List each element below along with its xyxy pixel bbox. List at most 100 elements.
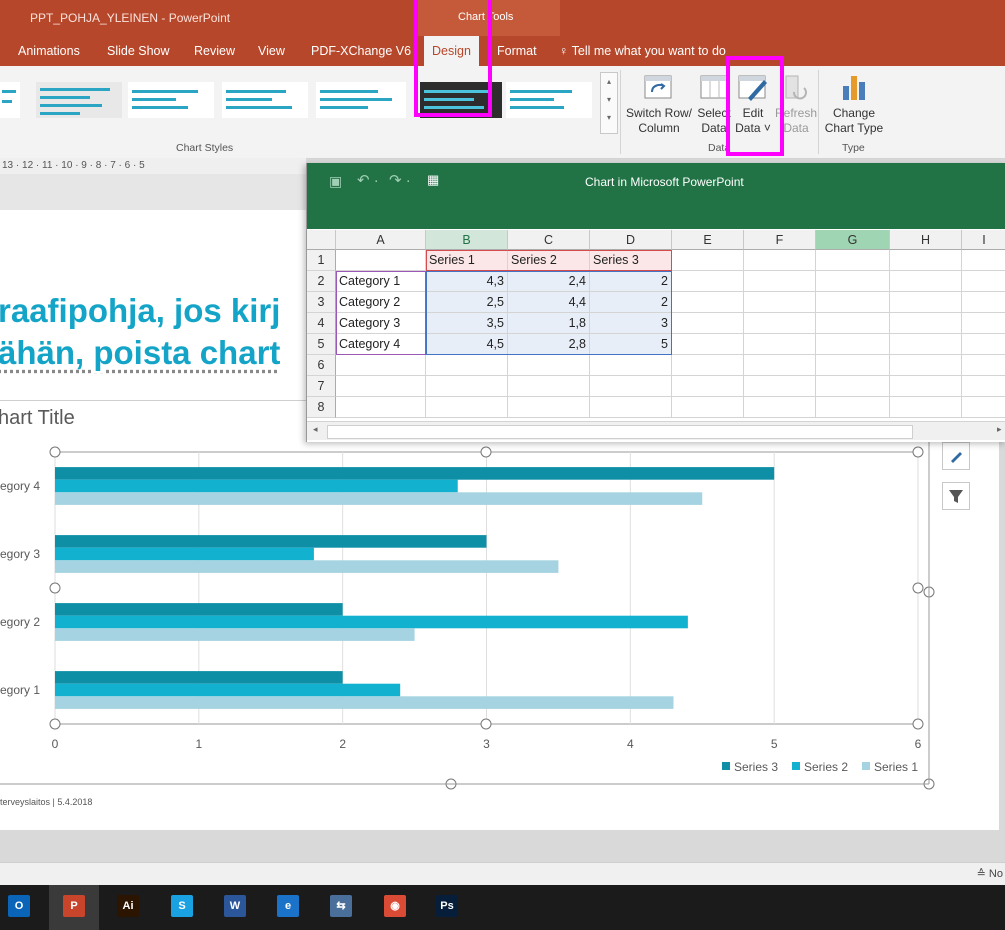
cell-b3[interactable]: 2,5 <box>426 292 508 313</box>
resize-handle[interactable] <box>912 582 924 594</box>
cell-f6[interactable] <box>744 355 816 376</box>
illustrator-taskbar-icon[interactable]: Ai <box>117 895 139 917</box>
cell-a6[interactable] <box>336 355 426 376</box>
cell-c6[interactable] <box>508 355 590 376</box>
slide-heading-line1[interactable]: raafipohja, jos kirj <box>0 292 280 330</box>
scroll-left-icon[interactable]: ◂ <box>313 424 318 435</box>
cell-f5[interactable] <box>744 334 816 355</box>
excel-chart-data-window[interactable]: ▣ ↶ · ↷ · ▦ Chart in Microsoft PowerPoin… <box>306 163 1005 442</box>
slide-heading-line2[interactable]: ähän, poista chart <box>0 334 280 372</box>
save-icon[interactable]: ▣ <box>329 173 342 190</box>
column-header-c[interactable]: C <box>508 230 590 250</box>
cell-i8[interactable] <box>962 397 1005 418</box>
edit-in-excel-icon[interactable]: ▦ <box>427 172 439 188</box>
word-taskbar-icon[interactable]: W <box>224 895 246 917</box>
redo-icon[interactable]: ↷ · <box>389 171 411 189</box>
bar-series-2-category-3[interactable] <box>55 547 314 561</box>
cell-b1[interactable]: Series 1 <box>426 250 508 271</box>
bar-series-1-category-2[interactable] <box>55 628 415 641</box>
chrome-taskbar-icon[interactable]: ◉ <box>384 895 406 917</box>
cell-e7[interactable] <box>672 376 744 397</box>
resize-handle[interactable] <box>49 446 61 458</box>
notes-button[interactable]: ≙ No <box>977 867 1003 880</box>
chart-styles-side-button[interactable] <box>942 442 970 470</box>
column-header-h[interactable]: H <box>890 230 962 250</box>
cell-a1[interactable] <box>336 250 426 271</box>
cell-c2[interactable]: 2,4 <box>508 271 590 292</box>
cell-h5[interactable] <box>890 334 962 355</box>
skype-taskbar-icon[interactable]: S <box>171 895 193 917</box>
cell-d4[interactable]: 3 <box>590 313 672 334</box>
powerpoint-taskbar-icon[interactable]: P <box>63 895 85 917</box>
outlook-taskbar-icon[interactable]: O <box>8 895 30 917</box>
cell-i5[interactable] <box>962 334 1005 355</box>
bar-series-3-category-3[interactable] <box>55 535 487 548</box>
bar-series-3-category-4[interactable] <box>55 467 775 480</box>
cell-e2[interactable] <box>672 271 744 292</box>
cell-i2[interactable] <box>962 271 1005 292</box>
cell-e4[interactable] <box>672 313 744 334</box>
cell-d7[interactable] <box>590 376 672 397</box>
cell-h8[interactable] <box>890 397 962 418</box>
resize-handle[interactable] <box>480 718 492 730</box>
column-header-b[interactable]: B <box>426 230 508 250</box>
row-header-2[interactable]: 2 <box>307 271 336 292</box>
scrollbar-thumb[interactable] <box>327 425 913 439</box>
bar-series-2-category-2[interactable] <box>55 615 688 629</box>
cell-e6[interactable] <box>672 355 744 376</box>
bar-series-1-category-1[interactable] <box>55 696 674 709</box>
cell-h7[interactable] <box>890 376 962 397</box>
select-all-corner[interactable] <box>307 230 336 250</box>
cell-g2[interactable] <box>816 271 890 292</box>
chart-style-thumb[interactable] <box>36 82 122 118</box>
cell-c3[interactable]: 4,4 <box>508 292 590 313</box>
cell-b5[interactable]: 4,5 <box>426 334 508 355</box>
cell-c8[interactable] <box>508 397 590 418</box>
chart-filters-side-button[interactable] <box>942 482 970 510</box>
chart-style-thumb[interactable] <box>0 82 20 118</box>
cell-h3[interactable] <box>890 292 962 313</box>
cell-g6[interactable] <box>816 355 890 376</box>
cell-b2[interactable]: 4,3 <box>426 271 508 292</box>
tab-pdf-xchange[interactable]: PDF-XChange V6 <box>311 44 411 58</box>
cell-h6[interactable] <box>890 355 962 376</box>
column-header-d[interactable]: D <box>590 230 672 250</box>
column-header-g[interactable]: G <box>816 230 890 250</box>
chart-styles-scroll[interactable]: ▴ ▾ ▾ <box>600 72 618 134</box>
cell-f7[interactable] <box>744 376 816 397</box>
column-header-f[interactable]: F <box>744 230 816 250</box>
bar-chart[interactable]: 0 1 2 3 4 5 6 egory 1 egory 2 egory 3 egory 4 Serie… <box>0 440 940 800</box>
cell-c7[interactable] <box>508 376 590 397</box>
cell-e5[interactable] <box>672 334 744 355</box>
switch-row-column-button[interactable]: Switch Row/Column <box>622 74 696 136</box>
cell-g4[interactable] <box>816 313 890 334</box>
cell-c1[interactable]: Series 2 <box>508 250 590 271</box>
cell-i3[interactable] <box>962 292 1005 313</box>
cell-a8[interactable] <box>336 397 426 418</box>
tab-review[interactable]: Review <box>194 44 235 58</box>
cell-e1[interactable] <box>672 250 744 271</box>
tab-format[interactable]: Format <box>497 44 537 58</box>
cell-e8[interactable] <box>672 397 744 418</box>
cell-a3[interactable]: Category 2 <box>336 292 426 313</box>
cell-f3[interactable] <box>744 292 816 313</box>
cell-i4[interactable] <box>962 313 1005 334</box>
chart-style-thumb[interactable] <box>506 82 592 118</box>
bar-series-2-category-1[interactable] <box>55 683 401 697</box>
cell-f8[interactable] <box>744 397 816 418</box>
cell-h2[interactable] <box>890 271 962 292</box>
cell-d3[interactable]: 2 <box>590 292 672 313</box>
horizontal-scrollbar[interactable]: ◂ ▸ <box>307 421 1005 440</box>
chart-style-thumb[interactable] <box>222 82 308 118</box>
cell-g5[interactable] <box>816 334 890 355</box>
resize-handle[interactable] <box>912 718 924 730</box>
cell-d5[interactable]: 5 <box>590 334 672 355</box>
photoshop-taskbar-icon[interactable]: Ps <box>436 895 458 917</box>
cell-f2[interactable] <box>744 271 816 292</box>
cell-h1[interactable] <box>890 250 962 271</box>
column-header-a[interactable]: A <box>336 230 426 250</box>
cell-g3[interactable] <box>816 292 890 313</box>
resize-handle[interactable] <box>480 446 492 458</box>
cell-d2[interactable]: 2 <box>590 271 672 292</box>
network-taskbar-icon[interactable]: ⇆ <box>330 895 352 917</box>
